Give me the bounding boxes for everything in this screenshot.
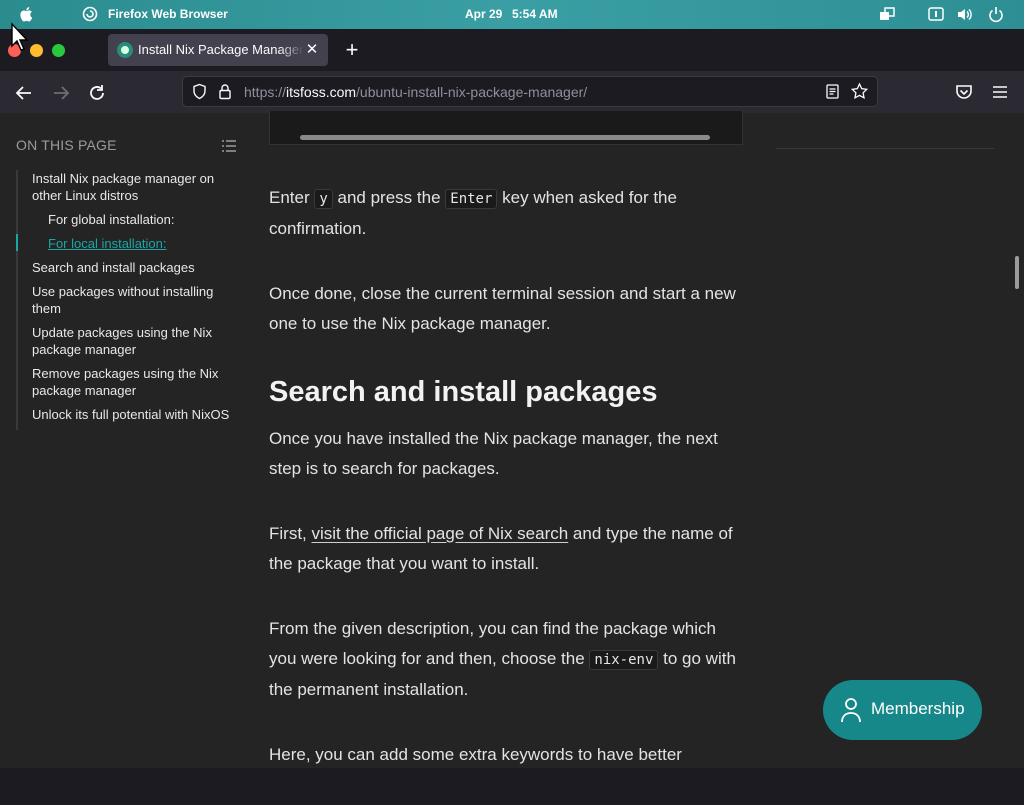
bookmark-star-icon[interactable] <box>850 82 869 101</box>
text: First, <box>269 524 312 543</box>
apple-icon[interactable] <box>18 5 36 23</box>
inline-code-enter: Enter <box>445 189 498 209</box>
toc-item-use-without-installing[interactable]: Use packages without installing them <box>18 283 240 317</box>
code-block <box>269 111 743 145</box>
toc-item-update-packages[interactable]: Update packages using the Nix package ma… <box>18 324 240 358</box>
window-minimize-button[interactable] <box>30 44 43 57</box>
paragraph-restart-terminal: Once done, close the current terminal se… <box>269 284 736 333</box>
toc-item-remove-packages[interactable]: Remove packages using the Nix package ma… <box>18 365 240 399</box>
paragraph-extra-keywords: Here, you can add some extra keywords to… <box>269 745 682 764</box>
window-switcher-icon[interactable] <box>878 6 896 23</box>
person-icon <box>841 698 861 723</box>
inline-code-nix-env: nix-env <box>589 650 659 670</box>
tab-active[interactable]: Install Nix Package Manager ✕ <box>108 34 328 66</box>
text: Enter <box>269 188 315 207</box>
new-tab-button[interactable]: + <box>342 38 362 62</box>
toc-item-install-nix-other-distros[interactable]: Install Nix package manager on other Lin… <box>18 170 240 204</box>
url-scheme: https:// <box>244 84 287 100</box>
firefox-logo-icon <box>82 6 98 22</box>
accessibility-icon[interactable] <box>927 6 945 23</box>
paragraph-choose-nix-env: From the given description, you can find… <box>269 614 743 705</box>
tab-title: Install Nix Package Manager <box>138 42 304 57</box>
code-horizontal-scrollbar[interactable] <box>300 135 710 140</box>
inline-code-y: y <box>314 189 333 209</box>
paragraph-confirmation: Enter y and press the Enter key when ask… <box>269 183 743 244</box>
volume-icon[interactable] <box>956 6 974 23</box>
page-vertical-scrollbar[interactable] <box>1015 256 1019 289</box>
table-of-contents: Install Nix package manager on other Lin… <box>16 170 240 430</box>
tracking-protection-shield-icon[interactable] <box>191 83 208 100</box>
membership-button[interactable]: Membership <box>823 680 982 740</box>
clock-date[interactable]: Apr 29 <box>465 7 502 21</box>
pocket-icon[interactable] <box>954 82 974 102</box>
power-icon[interactable] <box>987 6 1005 23</box>
nix-search-link[interactable]: visit the official page of Nix search <box>312 524 569 543</box>
toc-heading: ON THIS PAGE <box>16 137 117 153</box>
page-viewport: ON THIS PAGE Install Nix package manager… <box>0 111 1024 768</box>
sidebar-divider <box>776 148 994 149</box>
section-heading-search-install: Search and install packages <box>269 376 658 408</box>
article-body: Enter y and press the Enter key when ask… <box>269 183 743 805</box>
url-bar[interactable]: https://itsfoss.com/ubuntu-install-nix-p… <box>182 76 878 107</box>
toc-item-global-installation[interactable]: For global installation: <box>18 211 240 228</box>
paragraph-next-step: Once you have installed the Nix package … <box>269 429 718 478</box>
back-arrow-icon[interactable] <box>13 82 35 104</box>
url-text[interactable]: https://itsfoss.com/ubuntu-install-nix-p… <box>244 84 587 100</box>
toc-item-search-and-install[interactable]: Search and install packages <box>18 259 240 276</box>
toc-item-local-installation[interactable]: For local installation: <box>16 234 240 252</box>
lock-icon[interactable] <box>217 83 233 100</box>
forward-arrow-icon[interactable] <box>50 82 72 104</box>
app-title[interactable]: Firefox Web Browser <box>108 7 228 21</box>
membership-label: Membership <box>871 699 965 718</box>
reload-icon[interactable] <box>86 82 108 104</box>
toc-item-unlock-nixos[interactable]: Unlock its full potential with NixOS <box>18 406 240 423</box>
reader-view-icon[interactable] <box>824 83 841 100</box>
os-top-bar: Firefox Web Browser Apr 29 5:54 AM <box>0 0 1024 29</box>
site-favicon-icon <box>117 42 133 58</box>
list-icon[interactable] <box>221 139 237 153</box>
tab-close-button[interactable]: ✕ <box>304 40 320 58</box>
paragraph-visit-nix-search: First, visit the official page of Nix se… <box>269 519 743 579</box>
clock-time[interactable]: 5:54 AM <box>512 7 558 21</box>
mouse-cursor-icon <box>11 22 29 51</box>
text: and press the <box>332 188 446 207</box>
hamburger-menu-icon[interactable] <box>990 82 1010 102</box>
url-host: itsfoss.com <box>286 84 357 100</box>
url-path: /ubuntu-install-nix-package-manager/ <box>356 84 588 100</box>
window-maximize-button[interactable] <box>52 44 65 57</box>
